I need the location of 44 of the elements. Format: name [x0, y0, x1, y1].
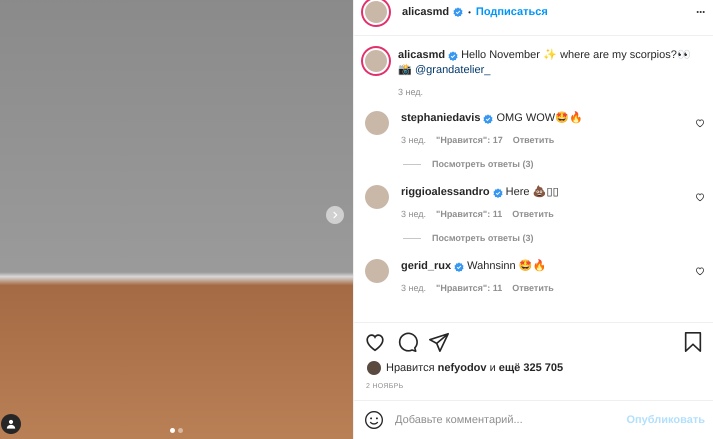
paper-plane-icon[interactable]	[428, 331, 450, 353]
comment-text: Wahnsinn 🤩🔥	[467, 259, 547, 274]
avatar[interactable]	[363, 0, 389, 25]
caption-text: Hello November ✨ where are my scorpios?👀	[461, 48, 691, 63]
username-link[interactable]: gerid_rux	[401, 259, 452, 274]
comment-input-field[interactable]: Добавьте комментарий...	[393, 413, 618, 427]
view-replies-link[interactable]: Посмотреть ответы (3)	[432, 233, 534, 243]
follow-link[interactable]: Подписаться	[476, 6, 548, 18]
timestamp: 3 нед.	[398, 87, 424, 97]
carousel-dot[interactable]	[170, 428, 175, 433]
heart-icon[interactable]	[695, 118, 705, 128]
view-replies-link[interactable]: Посмотреть ответы (3)	[432, 159, 534, 169]
reply-link[interactable]: Ответить	[512, 283, 554, 293]
chevron-right-icon	[331, 211, 339, 219]
more-options-button[interactable]: ···	[696, 5, 705, 19]
username-link[interactable]: alicasmd	[398, 48, 446, 63]
separator-dot: •	[468, 8, 471, 16]
carousel-dot[interactable]	[178, 428, 183, 433]
bookmark-icon[interactable]	[682, 331, 704, 353]
person-icon	[6, 419, 16, 429]
heart-icon[interactable]	[695, 192, 705, 202]
mention-link[interactable]: @grandatelier_	[415, 63, 490, 78]
avatar[interactable]	[367, 361, 381, 375]
likes-count-link[interactable]: "Нравится": 11	[436, 283, 502, 293]
avatar[interactable]	[363, 48, 389, 74]
username-link[interactable]: alicasmd	[402, 6, 450, 18]
comment-text: OMG WOW🤩🔥	[496, 111, 584, 126]
reply-link[interactable]: Ответить	[512, 209, 554, 219]
camera-emoji: 📸	[398, 63, 412, 78]
timestamp: 3 нед.	[401, 209, 426, 219]
reply-link[interactable]: Ответить	[512, 135, 554, 145]
likes-count-link[interactable]: "Нравится": 11	[436, 209, 502, 219]
user-tag-button[interactable]	[1, 414, 21, 434]
smiley-face-icon[interactable]	[364, 410, 384, 430]
heart-icon[interactable]	[695, 266, 705, 276]
timestamp: 3 нед.	[401, 135, 426, 145]
speech-bubble-icon[interactable]	[396, 331, 418, 353]
likes-summary[interactable]: Нравится nefyodov и ещё 325 705	[386, 362, 564, 374]
username-link[interactable]: riggioalessandro	[401, 185, 490, 200]
username-link[interactable]: stephaniedavis	[401, 111, 480, 126]
comment-text: Here 💩▯▯	[506, 185, 559, 200]
timestamp: 3 нед.	[401, 283, 426, 293]
next-button[interactable]	[326, 206, 344, 224]
likes-count-link[interactable]: "Нравится": 17	[436, 135, 503, 145]
